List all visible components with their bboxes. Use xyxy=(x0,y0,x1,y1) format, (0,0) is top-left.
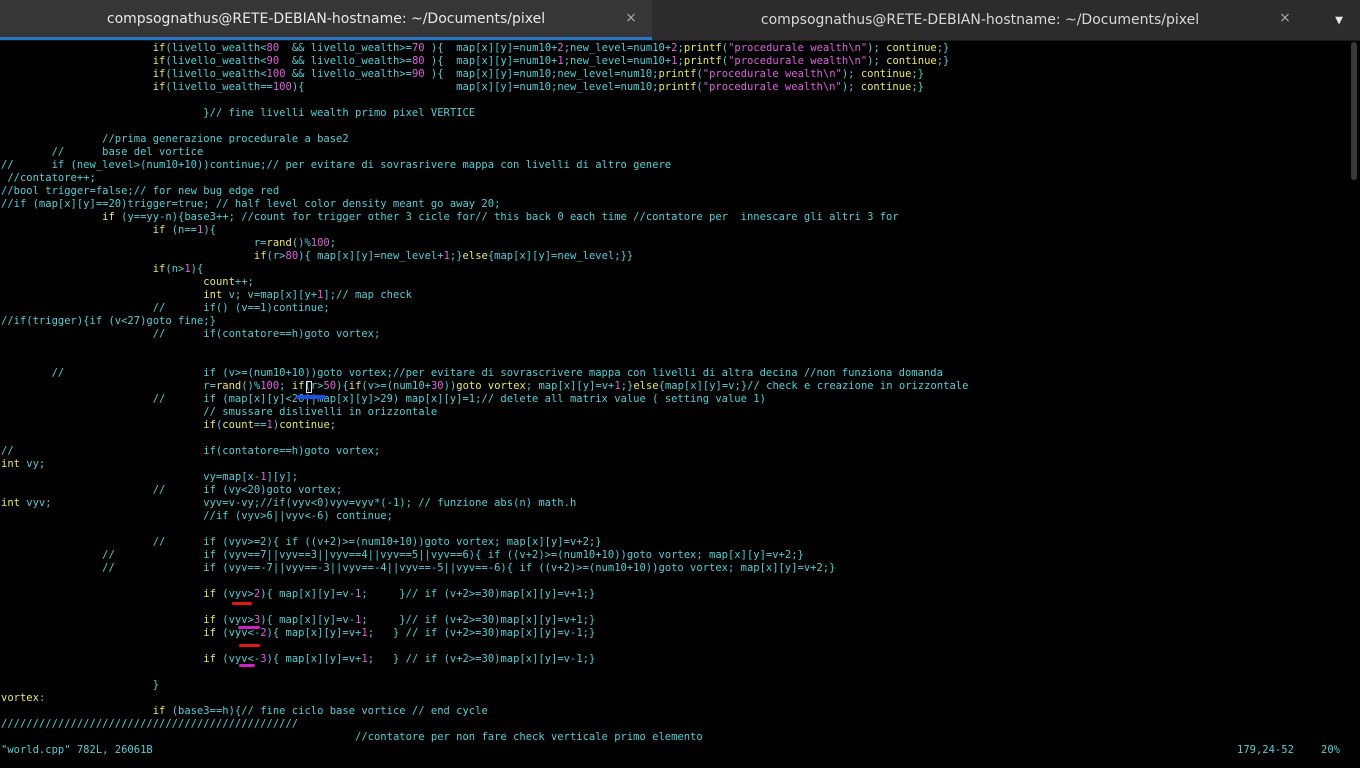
code-line: if (vyv<-3){ map[x][y]=v+1; } // if (v+2… xyxy=(203,653,596,665)
code-line: if(livello_wealth==100){ map[x][y]=num10… xyxy=(152,81,925,93)
code-line: if (vyv>3){ map[x][y]=v-1; }// if (v+2>=… xyxy=(203,614,596,626)
tabs-menu-button[interactable]: ▼ xyxy=(1324,8,1354,32)
vim-scroll-percent: 20% xyxy=(1321,744,1340,756)
code-line: int vy; xyxy=(1,458,46,470)
annotation-mark-magenta xyxy=(239,664,255,667)
code-line: if (base3==h){// fine ciclo base vortice… xyxy=(152,705,488,717)
code-line: if(livello_wealth<90 && livello_wealth>=… xyxy=(152,55,950,67)
code-line: // if (new_level>(num10+10))continue;// … xyxy=(1,159,672,171)
tab-terminal-2[interactable]: compsognathus@RETE-DEBIAN-hostname: ~/Do… xyxy=(654,0,1306,40)
code-line: //contatore++; xyxy=(7,172,96,184)
code-line: if(r>80){ map[x][y]=new_level+1;}else{ma… xyxy=(253,250,634,262)
code-line: // if (vyv>=2){ if ((v+2)>=(num10+10))go… xyxy=(152,536,602,548)
vim-cursor-position: 179,24-52 xyxy=(1237,744,1294,756)
close-icon[interactable]: × xyxy=(1278,11,1292,25)
code-line: //contatore per non fare check verticale… xyxy=(355,731,703,743)
code-line: //if(trigger){if (v<27)goto fine;} xyxy=(1,315,216,327)
code-line: vy=map[x-1][y]; xyxy=(1,471,299,483)
vim-status-file: "world.cpp" 782L, 26061B xyxy=(1,744,153,756)
code-line: if (y==yy-n){base3++; //count for trigge… xyxy=(102,211,899,223)
code-line: count++; xyxy=(203,276,254,288)
code-line: // if (map[x][y]<20||map[x][y]>29) map[x… xyxy=(152,393,766,405)
code-line: r=rand()%100; if(r>50){if(v>=(num10+30))… xyxy=(1,380,969,392)
tab-terminal-1[interactable]: compsognathus@RETE-DEBIAN-hostname: ~/Do… xyxy=(0,0,652,40)
code-line: int vyv; vyv=v-vy;//if(vyv<0)vyv=vyv*(-1… xyxy=(1,497,577,509)
chevron-down-icon: ▼ xyxy=(1335,12,1343,28)
code-line: // if() (v==1)continue; xyxy=(152,302,330,314)
close-icon[interactable]: × xyxy=(624,11,638,25)
annotation-mark-red xyxy=(232,602,252,605)
code-line: // if (vy<20)goto vortex; xyxy=(152,484,343,496)
code-line: if(livello_wealth<80 && livello_wealth>=… xyxy=(152,42,950,54)
code-line: // base del vortice xyxy=(51,146,204,158)
code-line: int v; v=map[x][y+1];// map check xyxy=(203,289,412,301)
code-line: // if(contatore==h)goto vortex; xyxy=(152,328,381,340)
code-line: } xyxy=(1,679,160,691)
code-line: r=rand()%100; xyxy=(1,237,337,249)
annotation-mark-magenta xyxy=(238,626,260,629)
code-line: if (vyv<-2){ map[x][y]=v+1; } // if (v+2… xyxy=(203,627,596,639)
tab-title: compsognathus@RETE-DEBIAN-hostname: ~/Do… xyxy=(106,10,546,27)
tab-bar: compsognathus@RETE-DEBIAN-hostname: ~/Do… xyxy=(0,0,1360,41)
code-line: // smussare dislivelli in orizzontale xyxy=(203,406,438,418)
code-line: // if(contatore==h)goto vortex; xyxy=(1,445,381,457)
code-line: if(livello_wealth<100 && livello_wealth>… xyxy=(152,68,925,80)
code-line: //prima generazione procedurale a base2 xyxy=(102,133,349,145)
code-line: vortex: xyxy=(1,692,46,704)
scrollbar-thumb[interactable] xyxy=(1351,42,1357,180)
code-line: //if (vyv>6||vyv<-6) continue; xyxy=(203,510,393,522)
code-line: //bool trigger=false;// for new bug edge… xyxy=(1,185,280,197)
code-line: if (n==1){ xyxy=(152,224,216,236)
code-line: // if (vyv==7||vyv==3||vyv==4||vyv==5||v… xyxy=(102,549,804,561)
tab-title: compsognathus@RETE-DEBIAN-hostname: ~/Do… xyxy=(760,12,1200,28)
annotation-mark-blue xyxy=(296,395,326,399)
annotation-mark-red xyxy=(239,644,260,647)
terminal-viewport[interactable]: if(livello_wealth<80 && livello_wealth>=… xyxy=(0,41,1346,744)
text-cursor xyxy=(306,381,312,393)
code-line: //if (map[x][y]==20)trigger=true; // hal… xyxy=(1,198,501,210)
code-line: }// fine livelli wealth primo pixel VERT… xyxy=(1,107,476,119)
code-line: if(count==1)continue; xyxy=(203,419,337,431)
code-line: if (vyv>2){ map[x][y]=v-1; }// if (v+2>=… xyxy=(203,588,596,600)
code-line: // if (vyv==-7||vyv==-3||vyv==-4||vyv==-… xyxy=(102,562,836,574)
code-line: // if (v>=(num10+10))goto vortex;//per e… xyxy=(51,367,943,379)
code-line: ////////////////////////////////////////… xyxy=(1,718,299,730)
code-line: if(n>1){ xyxy=(152,263,204,275)
